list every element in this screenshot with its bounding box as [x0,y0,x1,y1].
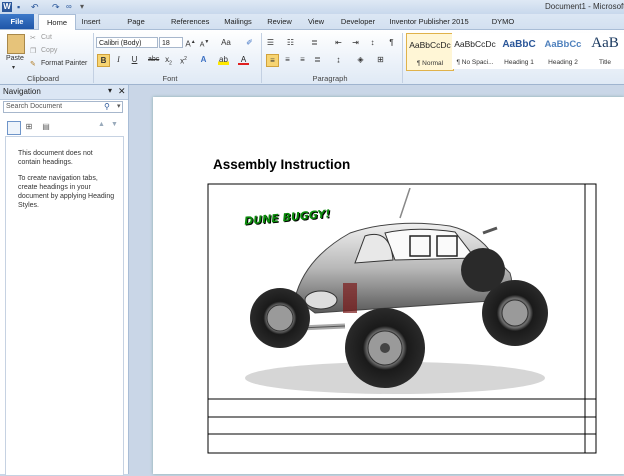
style-preview: AaBbCcDc [454,39,496,49]
strikethrough-button[interactable]: abc [148,54,159,65]
tab-view[interactable]: View [307,14,325,29]
grow-font-icon[interactable]: A▲ [185,37,196,49]
align-center-icon[interactable]: ≡ [282,54,293,65]
borders-icon[interactable]: ⊞ [375,54,386,65]
change-case-button[interactable]: Aa [218,37,234,48]
cut-button[interactable]: Cut [41,34,52,41]
style-preview: AaBbCc [544,39,582,50]
search-placeholder: Search Document [6,103,63,110]
word-icon[interactable]: W [2,2,12,12]
search-dropdown-icon[interactable]: ▾ [117,102,121,110]
title-bar [0,0,624,14]
style-name: ¶ No Spaci... [456,59,494,66]
text-effects-icon[interactable]: A [198,54,209,65]
style-title[interactable]: AaB Title [586,33,624,69]
line-spacing-icon[interactable]: ↨ [333,54,344,65]
align-right-icon[interactable]: ≡ [297,54,308,65]
undo-icon[interactable]: ↶ [31,2,41,12]
format-painter-button[interactable]: Format Painter [41,60,87,67]
font-group-label: Font [162,74,178,83]
shrink-font-icon[interactable]: A▼ [199,37,210,48]
paste-dropdown-icon[interactable]: ▾ [12,64,15,71]
clear-formatting-icon[interactable]: ✐ [244,37,255,48]
style-no-spacing[interactable]: AaBbCcDc ¶ No Spaci... [452,33,498,69]
next-heading-icon[interactable]: ▼ [111,121,118,128]
style-normal[interactable]: AaBbCcDc ¶ Normal [406,33,454,71]
align-left-icon[interactable]: ≡ [266,54,279,67]
increase-indent-icon[interactable]: ⇥ [350,37,361,48]
search-icon[interactable]: ⚲ [104,102,110,111]
style-name: ¶ Normal [416,60,444,67]
paste-button[interactable]: Paste [6,55,24,62]
paragraph-group-label: Paragraph [312,74,348,83]
tab-mailings[interactable]: Mailings [223,14,253,29]
paste-icon[interactable] [7,34,25,54]
font-size-combo[interactable]: 18 [159,37,183,48]
document-heading[interactable]: Assembly Instruction [213,157,350,172]
save-icon[interactable]: ▪ [17,2,27,12]
subscript-button[interactable]: x2 [163,54,174,67]
browse-headings-icon[interactable] [7,121,21,135]
link-icon[interactable]: ∞ [66,2,76,12]
window-title: Document1 - Microsoft [545,2,624,11]
tab-page-layout[interactable]: Page Layout [115,14,157,41]
shading-icon[interactable]: ◈ [355,54,366,65]
previous-heading-icon[interactable]: ▲ [98,121,105,128]
ribbon-separator [93,33,94,83]
copy-icon[interactable]: ❐ [30,47,36,55]
cut-icon[interactable]: ✂ [30,34,36,42]
font-color-icon[interactable]: A [238,54,249,65]
sort-icon[interactable]: ↕ [367,37,378,48]
navigation-title: Navigation [3,87,41,96]
redo-icon[interactable]: ↷ [52,2,62,12]
ribbon-separator [402,33,403,83]
style-preview: AaBbCcDc [409,40,451,50]
style-name: Heading 2 [548,59,578,66]
tab-file[interactable]: File [0,14,34,29]
bullets-icon[interactable]: ☰ [265,37,276,48]
numbering-icon[interactable]: ☷ [285,37,296,48]
copy-button[interactable]: Copy [41,47,57,54]
show-formatting-icon[interactable]: ¶ [386,37,397,48]
headings-help-message: To create navigation tabs, create headin… [18,175,115,209]
tab-insert[interactable]: Insert [80,14,102,29]
italic-button[interactable]: I [113,54,124,65]
browse-pages-icon[interactable]: ⊞ [23,121,35,133]
underline-button[interactable]: U [129,54,140,65]
pane-options-icon[interactable]: ▾ [108,86,112,95]
ribbon-separator [261,33,262,83]
superscript-button[interactable]: x2 [178,54,189,66]
no-headings-message: This document does not contain headings. [18,150,93,166]
bold-button[interactable]: B [97,54,110,67]
tab-home[interactable]: Home [38,14,76,30]
tab-dymo-label[interactable]: DYMO Label [482,14,524,41]
decrease-indent-icon[interactable]: ⇤ [333,37,344,48]
tab-developer[interactable]: Developer [340,14,376,29]
customize-icon[interactable]: ▾ [80,2,90,12]
style-name: Title [598,59,612,66]
justify-icon[interactable]: ≣ [312,54,323,65]
style-heading-2[interactable]: AaBbCc Heading 2 [540,33,586,69]
font-name-combo[interactable]: Calibri (Body) [96,37,158,48]
multilevel-list-icon[interactable]: ≣ [309,37,320,48]
tab-inventor-publisher[interactable]: Inventor Publisher 2015 [389,14,469,29]
tab-review[interactable]: Review [267,14,292,29]
tab-references[interactable]: References [171,14,209,29]
style-preview: AaB [591,35,619,51]
browse-results-icon[interactable]: ▤ [40,121,52,133]
highlight-icon[interactable]: ab [218,54,229,65]
close-icon[interactable]: ✕ [118,86,126,97]
format-painter-icon[interactable]: ✎ [30,60,36,68]
clipboard-group-label: Clipboard [26,74,60,83]
style-heading-1[interactable]: AaBbC Heading 1 [496,33,542,69]
style-name: Heading 1 [504,59,534,66]
style-preview: AaBbC [502,39,536,50]
